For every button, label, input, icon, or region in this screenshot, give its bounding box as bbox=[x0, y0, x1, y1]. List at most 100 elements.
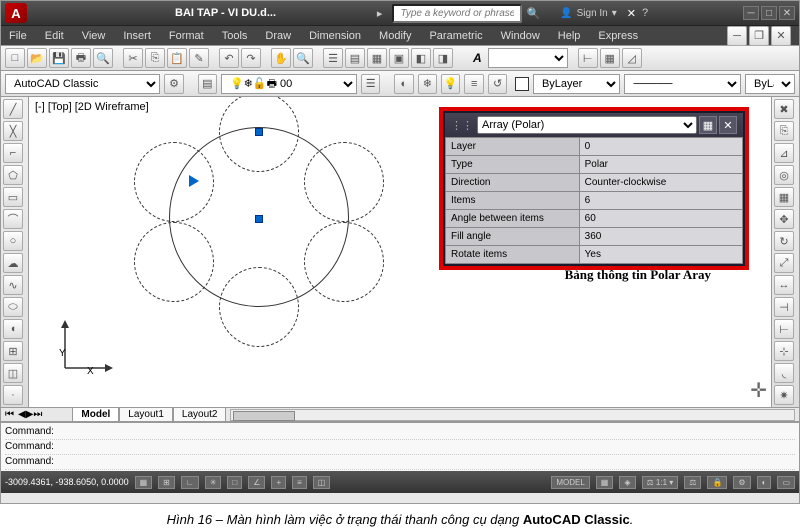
mleader-icon[interactable]: ◿ bbox=[622, 48, 642, 68]
qp-button[interactable]: ◫ bbox=[313, 476, 331, 489]
help-icon[interactable]: ? bbox=[642, 7, 648, 19]
tool-palette-icon[interactable]: ▦ bbox=[367, 48, 387, 68]
explode-icon[interactable]: ✷ bbox=[774, 385, 794, 405]
line-icon[interactable]: ╱ bbox=[3, 99, 23, 119]
panel-close-icon[interactable]: ✕ bbox=[719, 116, 737, 134]
exchange-icon[interactable]: ✕ bbox=[627, 7, 636, 20]
layermatch-icon[interactable]: ≡ bbox=[464, 74, 483, 94]
menu-help[interactable]: Help bbox=[558, 30, 581, 42]
ortho-button[interactable]: ∟ bbox=[181, 476, 199, 489]
doc-restore-button[interactable]: ❐ bbox=[749, 26, 769, 46]
spline-icon[interactable]: ∿ bbox=[3, 275, 23, 295]
menu-file[interactable]: File bbox=[9, 30, 27, 42]
match-icon[interactable]: ✎ bbox=[189, 48, 209, 68]
dropdown-arrow-icon[interactable]: ▸ bbox=[377, 7, 383, 20]
block-icon[interactable]: ◫ bbox=[3, 363, 23, 383]
markup-icon[interactable]: ◧ bbox=[411, 48, 431, 68]
properties-icon[interactable]: ☰ bbox=[323, 48, 343, 68]
tab-nav-last-icon[interactable]: ⏭ bbox=[33, 409, 42, 420]
pline-icon[interactable]: ⌐ bbox=[3, 143, 23, 163]
menu-window[interactable]: Window bbox=[501, 30, 540, 42]
break-icon[interactable]: ⊹ bbox=[774, 341, 794, 361]
paste-icon[interactable]: 📋 bbox=[167, 48, 187, 68]
workspace-select[interactable]: AutoCAD Classic bbox=[5, 74, 160, 94]
menu-format[interactable]: Format bbox=[169, 30, 204, 42]
insert-icon[interactable]: ⊞ bbox=[3, 341, 23, 361]
snap-button[interactable]: ▦ bbox=[135, 476, 153, 489]
grip-top[interactable] bbox=[255, 128, 263, 136]
lineweight-select[interactable]: ByLa bbox=[745, 74, 795, 94]
workspace-settings-icon[interactable]: ⚙ bbox=[164, 74, 183, 94]
rect-icon[interactable]: ▭ bbox=[3, 187, 23, 207]
polygon-icon[interactable]: ⬠ bbox=[3, 165, 23, 185]
polar-button[interactable]: ✳ bbox=[205, 476, 222, 489]
layer-props-icon[interactable]: ▤ bbox=[198, 74, 217, 94]
sheet-icon[interactable]: ▤ bbox=[345, 48, 365, 68]
linetype-select[interactable]: ───── bbox=[624, 74, 741, 94]
layerprev-icon[interactable]: ↺ bbox=[488, 74, 507, 94]
dim-icon[interactable]: ⊢ bbox=[578, 48, 598, 68]
preview-icon[interactable]: 🔍 bbox=[93, 48, 113, 68]
menu-view[interactable]: View bbox=[82, 30, 106, 42]
erase-icon[interactable]: ✖ bbox=[774, 99, 794, 119]
table-icon[interactable]: ▦ bbox=[600, 48, 620, 68]
redo-icon[interactable]: ↷ bbox=[241, 48, 261, 68]
zoom-icon[interactable]: 🔍 bbox=[293, 48, 313, 68]
osnap-button[interactable]: □ bbox=[227, 476, 242, 489]
extend-icon[interactable]: ⊢ bbox=[774, 319, 794, 339]
arc-icon[interactable]: ⌒ bbox=[3, 209, 23, 229]
save-icon[interactable]: 💾 bbox=[49, 48, 69, 68]
calc-icon[interactable]: ▣ bbox=[389, 48, 409, 68]
dyn-button[interactable]: + bbox=[271, 476, 286, 489]
point-icon[interactable]: · bbox=[3, 385, 23, 405]
annovisible-button[interactable]: ⚖ bbox=[684, 476, 701, 489]
layer-states-icon[interactable]: ☰ bbox=[361, 74, 380, 94]
color-swatch[interactable] bbox=[515, 77, 529, 91]
color-select[interactable]: ByLayer bbox=[533, 74, 620, 94]
mirror-icon[interactable]: ⊿ bbox=[774, 143, 794, 163]
tab-layout1[interactable]: Layout1 bbox=[119, 407, 173, 422]
tab-layout2[interactable]: Layout2 bbox=[173, 407, 227, 422]
plot-icon[interactable]: 🖶 bbox=[71, 48, 91, 68]
stretch-icon[interactable]: ↔ bbox=[774, 275, 794, 295]
tab-nav-prev-icon[interactable]: ◀ bbox=[18, 409, 26, 420]
command-window[interactable]: Command: Command: Command: bbox=[1, 421, 799, 471]
search-icon[interactable]: 🔍 bbox=[526, 7, 540, 20]
close-button[interactable]: ✕ bbox=[779, 6, 795, 20]
panel-grip-icon[interactable]: ⋮⋮ bbox=[451, 119, 473, 132]
maximize-button[interactable]: □ bbox=[761, 6, 777, 20]
offset-icon[interactable]: ◎ bbox=[774, 165, 794, 185]
tab-nav-next-icon[interactable]: ▶ bbox=[26, 409, 34, 420]
lwt-button[interactable]: ≡ bbox=[292, 476, 307, 489]
copy-tool-icon[interactable]: ⎘ bbox=[774, 121, 794, 141]
minimize-button[interactable]: ─ bbox=[743, 6, 759, 20]
new-icon[interactable]: □ bbox=[5, 48, 25, 68]
lock-button[interactable]: 🔒 bbox=[707, 476, 727, 489]
viewport-label[interactable]: [-] [Top] [2D Wireframe] bbox=[35, 101, 149, 113]
tab-model[interactable]: Model bbox=[72, 407, 119, 422]
ellipse-icon[interactable]: ⬭ bbox=[3, 297, 23, 317]
app-logo-icon[interactable]: A bbox=[5, 3, 27, 23]
layer-select[interactable]: 💡❄🔓🖶 00 bbox=[221, 74, 357, 94]
coordinates[interactable]: -3009.4361, -938.6050, 0.0000 bbox=[5, 477, 129, 487]
menu-edit[interactable]: Edit bbox=[45, 30, 64, 42]
grip-center[interactable] bbox=[255, 215, 263, 223]
search-input[interactable] bbox=[392, 4, 522, 23]
isolate-button[interactable]: ◐ bbox=[757, 476, 772, 489]
undo-icon[interactable]: ↶ bbox=[219, 48, 239, 68]
menu-modify[interactable]: Modify bbox=[379, 30, 411, 42]
open-icon[interactable]: 📂 bbox=[27, 48, 47, 68]
doc-minimize-button[interactable]: ─ bbox=[727, 26, 747, 46]
scale-icon[interactable]: ⤢ bbox=[774, 253, 794, 273]
menu-draw[interactable]: Draw bbox=[265, 30, 291, 42]
rotate-icon[interactable]: ↻ bbox=[774, 231, 794, 251]
menu-dimension[interactable]: Dimension bbox=[309, 30, 361, 42]
grid-button[interactable]: ⊞ bbox=[158, 476, 175, 489]
menu-express[interactable]: Express bbox=[598, 30, 638, 42]
trim-icon[interactable]: ⊣ bbox=[774, 297, 794, 317]
menu-tools[interactable]: Tools bbox=[222, 30, 248, 42]
tab-nav-first-icon[interactable]: ⏮ bbox=[1, 409, 18, 420]
nav-button[interactable]: ◈ bbox=[619, 476, 635, 489]
layerfrz-icon[interactable]: ❄ bbox=[418, 74, 437, 94]
panel-quickprops-icon[interactable]: ▦ bbox=[699, 116, 717, 134]
